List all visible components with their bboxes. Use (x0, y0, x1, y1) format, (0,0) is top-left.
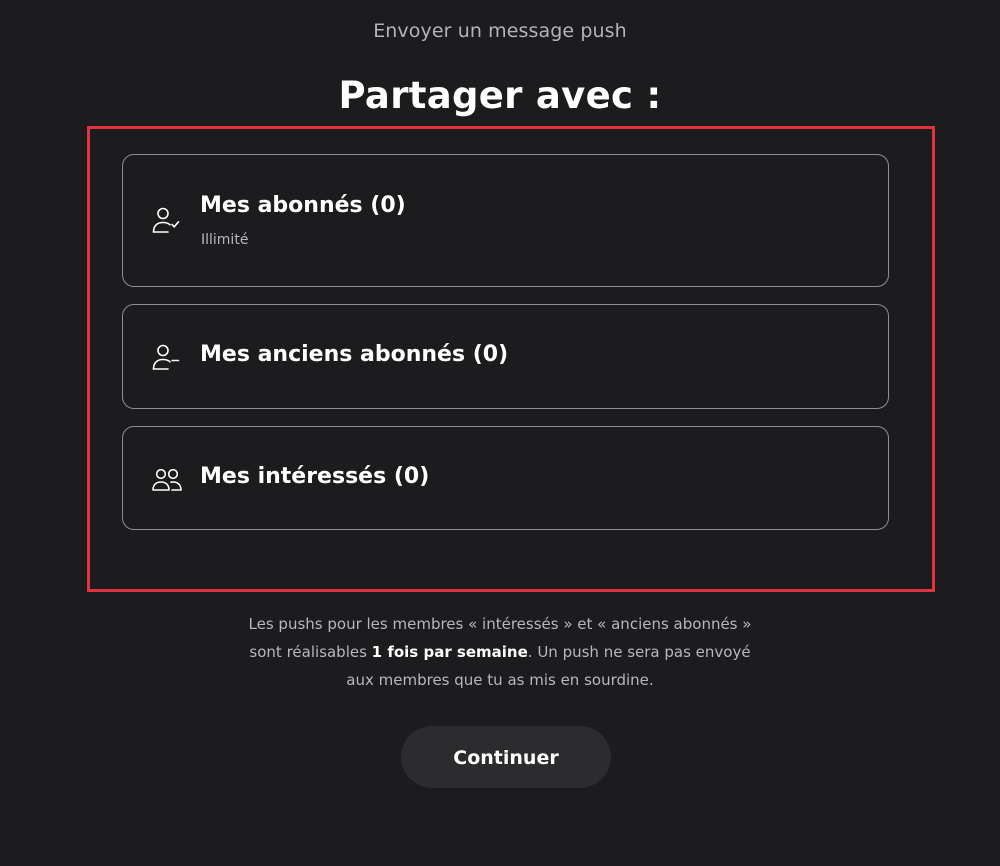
info-note: Les pushs pour les membres « intéressés … (240, 610, 760, 694)
option-label: Mes intéressés (0) (200, 464, 430, 489)
option-sublabel: Illimité (201, 232, 249, 248)
option-label: Mes anciens abonnés (0) (200, 342, 509, 367)
page-title: Partager avec : (338, 74, 662, 117)
users-icon (151, 465, 183, 493)
info-note-emphasis: 1 fois par semaine (371, 643, 528, 661)
user-check-icon (151, 206, 183, 234)
option-interested[interactable]: Mes intéressés (0) (122, 426, 889, 530)
option-former-subscribers[interactable]: Mes anciens abonnés (0) (122, 304, 889, 409)
option-label: Mes abonnés (0) (200, 193, 406, 218)
option-subscribers[interactable]: Mes abonnés (0) Illimité (122, 154, 889, 287)
push-share-page: Envoyer un message push Partager avec : … (0, 0, 1000, 866)
user-minus-icon (151, 343, 183, 371)
continue-button[interactable]: Continuer (401, 726, 611, 788)
page-caption: Envoyer un message push (373, 20, 627, 42)
